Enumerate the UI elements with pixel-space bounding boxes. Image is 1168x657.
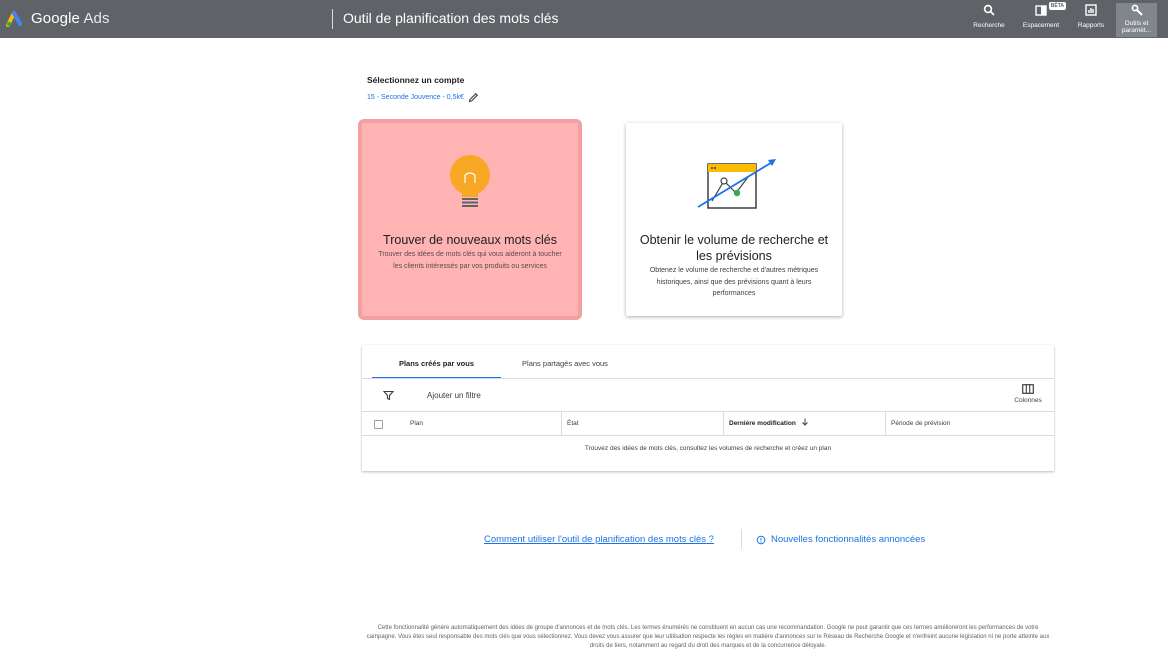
search-volume-description: Obtenez le volume de recherche et d'autr…	[649, 267, 819, 297]
links-divider	[741, 529, 742, 549]
plans-panel: Plans créés par vous Plans partagés avec…	[362, 345, 1054, 471]
tab-shared-plans[interactable]: Plans partagés avec vous	[505, 345, 625, 379]
tools-settings-button[interactable]: Outils et paramèt...	[1116, 3, 1157, 37]
tab-divider	[362, 378, 1054, 379]
search-label: Recherche	[973, 22, 1005, 29]
top-bar: Google Ads Outil de planification des mo…	[0, 0, 1168, 38]
account-select-title: Sélectionnez un compte	[367, 75, 465, 85]
google-ads-logo-icon[interactable]	[6, 9, 26, 27]
brand-name[interactable]: Google Ads	[31, 10, 110, 27]
search-button[interactable]: Recherche	[968, 3, 1010, 37]
empty-table-message: Trouvez des idées de mots clés, consulte…	[584, 445, 832, 452]
col-plan[interactable]: Plan	[410, 412, 423, 435]
new-features-link[interactable]: Nouvelles fonctionnalités annoncées	[756, 534, 925, 545]
columns-button[interactable]: Colonnes	[1010, 384, 1046, 404]
brand-ads: Ads	[83, 10, 110, 27]
edit-pencil-icon[interactable]	[468, 92, 479, 103]
tools-icon	[1131, 4, 1143, 16]
reports-icon	[1085, 4, 1097, 16]
col-last-modified[interactable]: Dernière modification	[729, 412, 809, 435]
find-keywords-card[interactable]: Trouver de nouveaux mots clés Trouver de…	[358, 119, 582, 320]
beta-badge: BÊTA	[1048, 2, 1066, 10]
page-title: Outil de planification des mots clés	[343, 10, 559, 26]
columns-icon	[1022, 384, 1034, 394]
search-volume-card[interactable]: Obtenir le volume de recherche et les pr…	[626, 123, 842, 316]
title-divider	[332, 9, 333, 29]
spacing-icon	[1035, 5, 1047, 16]
filter-icon[interactable]	[383, 390, 394, 401]
col-separator	[885, 412, 886, 435]
search-icon	[983, 4, 995, 16]
reports-label: Rapports	[1077, 22, 1105, 29]
brand-google: Google	[31, 10, 80, 27]
add-filter-button[interactable]: Ajouter un filtre	[427, 391, 481, 400]
col-separator	[561, 412, 562, 435]
find-keywords-title: Trouver de nouveaux mots clés	[383, 233, 557, 247]
tab-my-plans[interactable]: Plans créés par vous	[372, 345, 501, 379]
spacing-label: Espacement	[1022, 22, 1060, 29]
trend-chart-icon	[697, 159, 776, 209]
announcement-icon	[756, 535, 766, 544]
col-separator	[723, 412, 724, 435]
new-features-label: Nouvelles fonctionnalités annoncées	[771, 534, 926, 545]
columns-label: Colonnes	[1014, 397, 1042, 404]
sort-down-arrow-icon	[801, 418, 808, 426]
search-volume-title: Obtenir le volume de recherche et les pr…	[639, 233, 829, 263]
col-status[interactable]: État	[567, 412, 579, 435]
account-selector[interactable]: 15 - Seconde Jouvence - 0,5k€	[367, 92, 479, 103]
reports-button[interactable]: Rapports	[1071, 3, 1111, 37]
col-forecast-period[interactable]: Période de prévision	[891, 412, 950, 435]
disclaimer-footer: Cette fonctionnalité génère automatiquem…	[366, 625, 1050, 649]
col-last-modified-label: Dernière modification	[729, 420, 796, 427]
selected-account[interactable]: 15 - Seconde Jouvence - 0,5k€	[367, 94, 464, 101]
tools-label: Outils et paramèt...	[1121, 20, 1152, 34]
table-header: Plan État Dernière modification Période …	[362, 411, 1054, 436]
lightbulb-icon	[450, 155, 490, 207]
select-all-checkbox[interactable]	[374, 420, 383, 429]
spacing-button[interactable]: BÊTA Espacement	[1018, 2, 1066, 37]
how-to-use-link[interactable]: Comment utiliser l'outil de planificatio…	[484, 534, 714, 545]
find-keywords-description: Trouver des idées de mots clés qui vous …	[378, 251, 562, 270]
